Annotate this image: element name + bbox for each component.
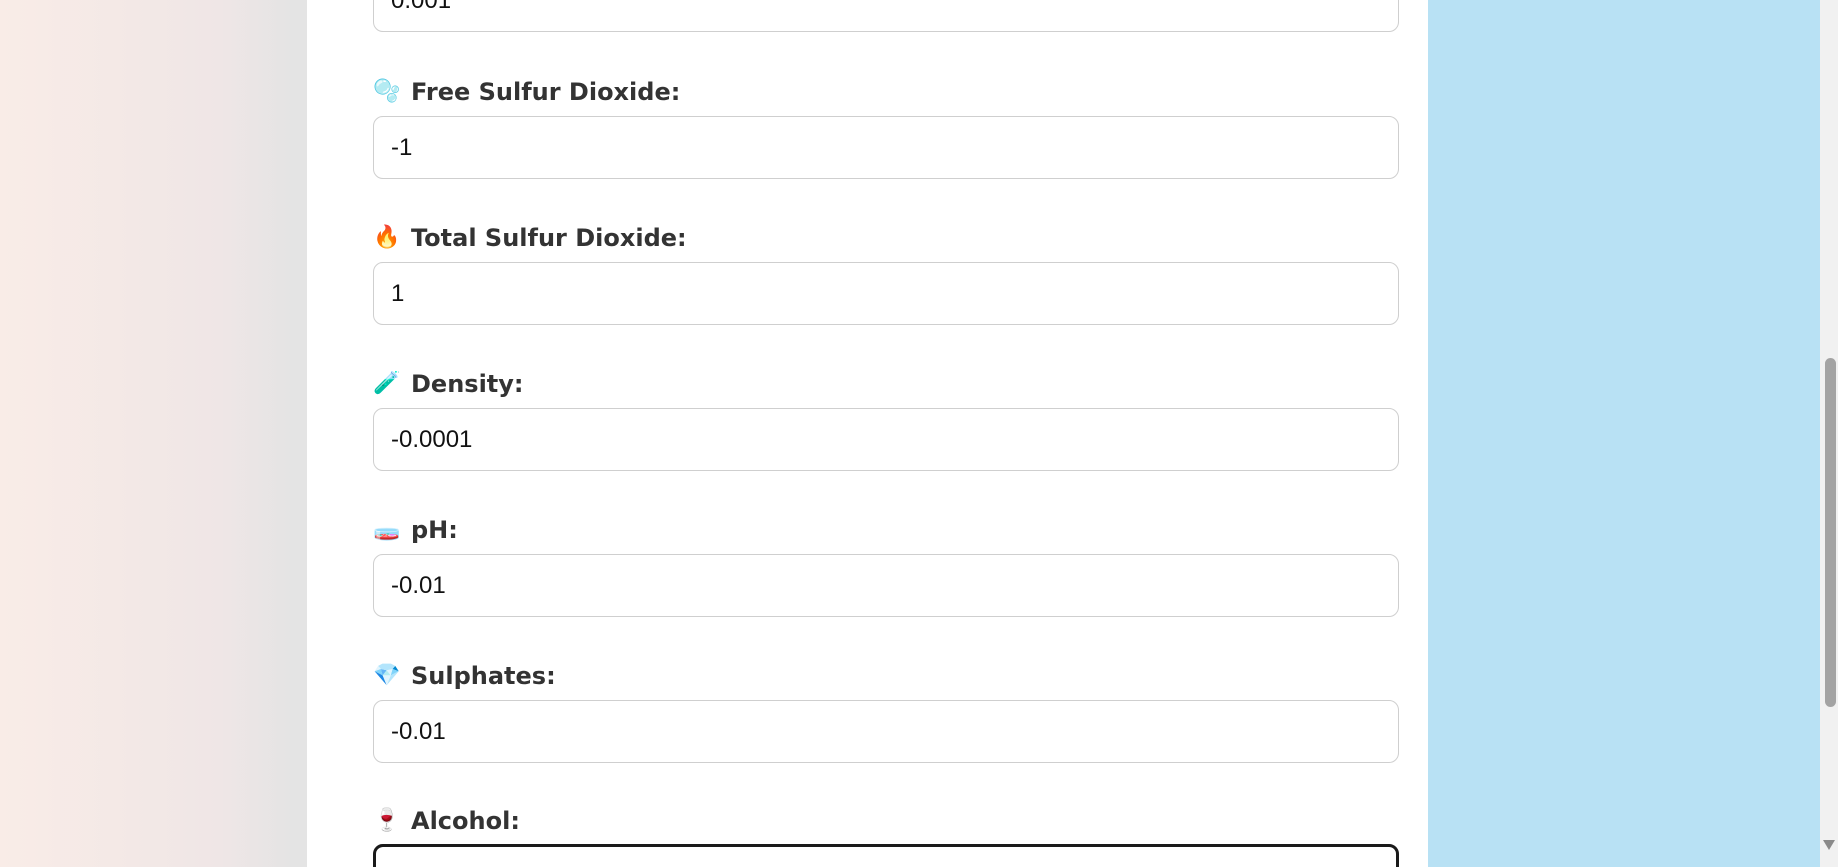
field-label-row: 💎 Sulphates: <box>373 660 1399 692</box>
fire-icon: 🔥 <box>373 225 401 250</box>
total-sulfur-dioxide-input[interactable] <box>373 262 1399 325</box>
field-label-row: 🧫 pH: <box>373 514 1399 546</box>
gem-icon: 💎 <box>373 663 401 688</box>
background-right <box>1428 0 1820 867</box>
field-label-row: 🍷 Alcohol: <box>373 805 1399 837</box>
ph-input[interactable] <box>373 554 1399 617</box>
field-ph: 🧫 pH: <box>373 514 1399 617</box>
test-tube-icon: 🧪 <box>373 371 401 396</box>
field-free-sulfur-dioxide: 🫧 Free Sulfur Dioxide: <box>373 76 1399 179</box>
field-label: Density: <box>411 370 524 398</box>
field-sulphates: 💎 Sulphates: <box>373 660 1399 763</box>
field-alcohol: 🍷 Alcohol: <box>373 805 1399 867</box>
field-label-row: 🧪 Density: <box>373 368 1399 400</box>
density-input[interactable] <box>373 408 1399 471</box>
field-label-row: 🔥 Total Sulfur Dioxide: <box>373 222 1399 254</box>
sulphates-input[interactable] <box>373 700 1399 763</box>
scroll-down-arrow-icon[interactable] <box>1823 840 1835 850</box>
field-label: Total Sulfur Dioxide: <box>411 224 687 252</box>
alcohol-input[interactable] <box>373 844 1399 867</box>
free-sulfur-dioxide-input[interactable] <box>373 116 1399 179</box>
scrollbar-thumb[interactable] <box>1825 358 1836 707</box>
field-label-row: 🫧 Free Sulfur Dioxide: <box>373 76 1399 108</box>
field-density: 🧪 Density: <box>373 368 1399 471</box>
field-0-input[interactable] <box>373 0 1399 32</box>
field-label: pH: <box>411 516 458 544</box>
field-label: Sulphates: <box>411 662 556 690</box>
bubbles-icon: 🫧 <box>373 79 401 104</box>
vertical-scrollbar[interactable] <box>1820 0 1838 867</box>
field-label: Free Sulfur Dioxide: <box>411 78 681 106</box>
page: 🫧 Free Sulfur Dioxide: 🔥 Total Sulfur Di… <box>0 0 1838 867</box>
field-total-sulfur-dioxide: 🔥 Total Sulfur Dioxide: <box>373 222 1399 325</box>
field-label: Alcohol: <box>411 807 520 835</box>
ph-icon: 🧫 <box>373 517 401 542</box>
field-citric-acid <box>373 0 1399 32</box>
wine-glass-icon: 🍷 <box>373 808 401 833</box>
form-panel: 🫧 Free Sulfur Dioxide: 🔥 Total Sulfur Di… <box>307 0 1428 867</box>
